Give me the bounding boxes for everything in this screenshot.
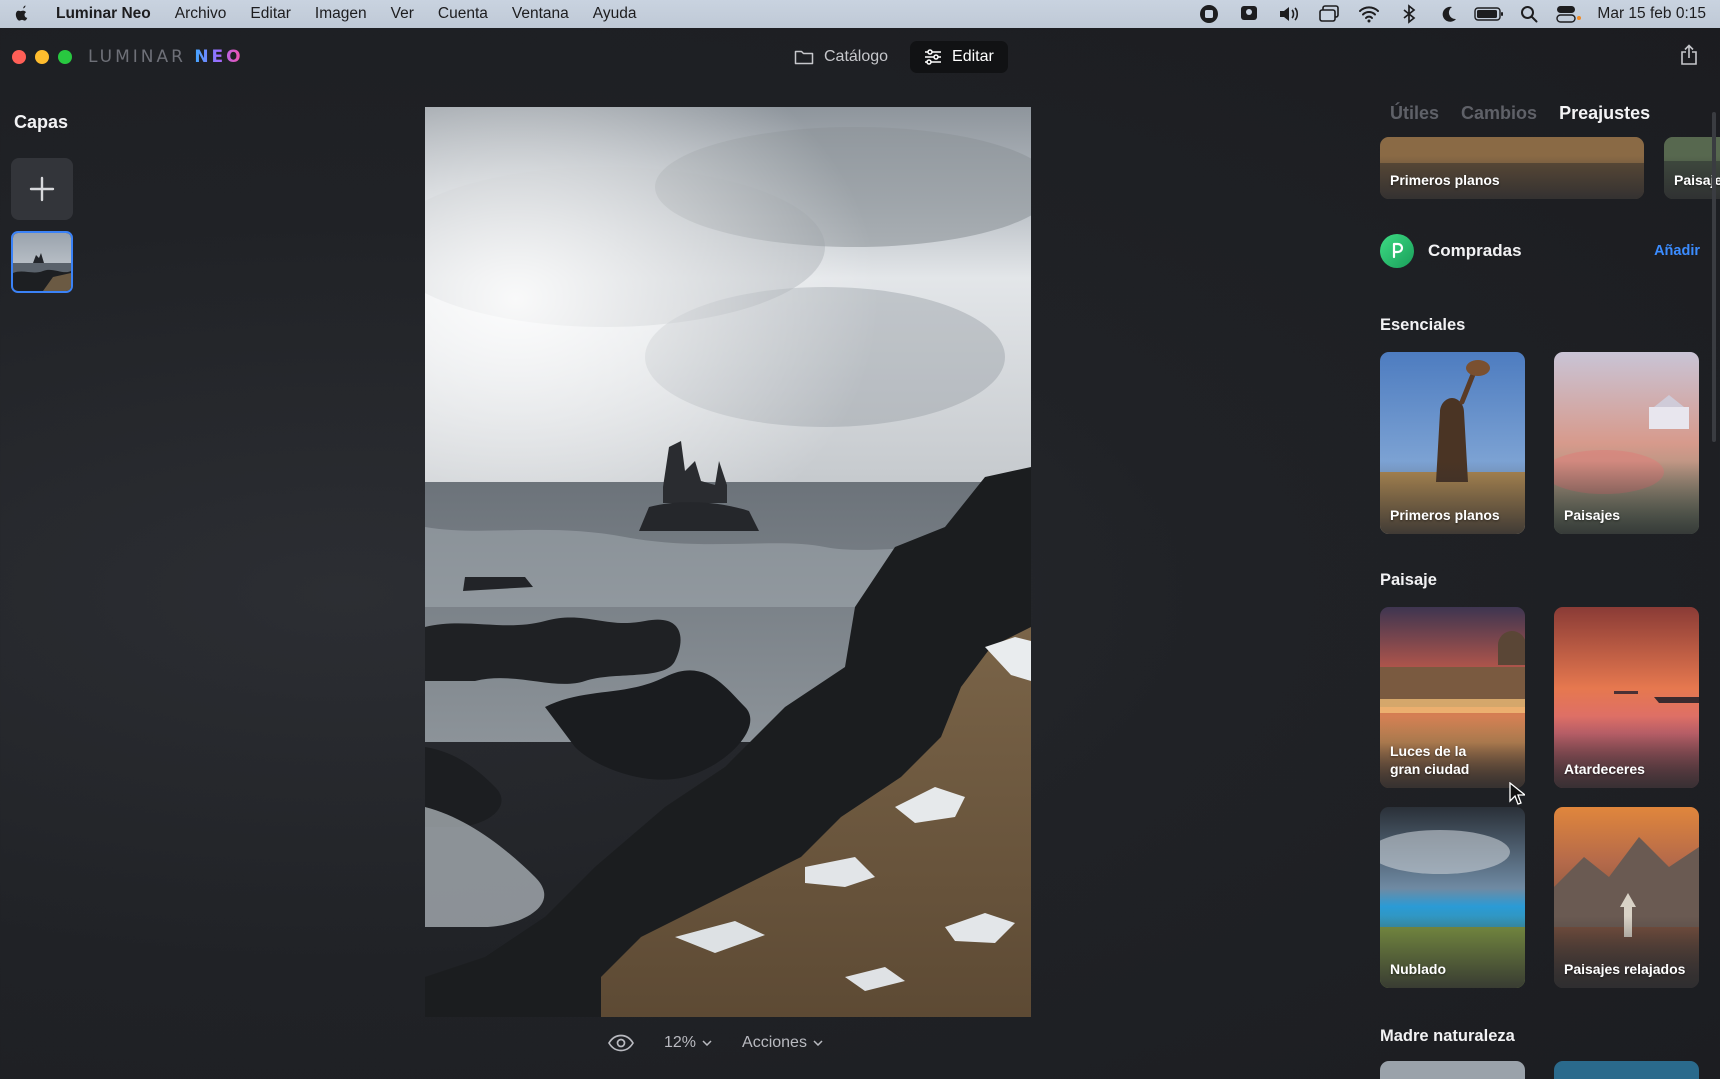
chevron-down-icon [813, 1040, 823, 1046]
tab-preajustes[interactable]: Preajustes [1559, 103, 1650, 124]
tab-cambios[interactable]: Cambios [1461, 103, 1537, 124]
preset-label: Primeros planos [1390, 507, 1500, 523]
section-title: Madre naturaleza [1380, 1027, 1515, 1045]
panel-scrollbar[interactable] [1712, 112, 1716, 442]
purchased-icon [1380, 234, 1414, 268]
share-button[interactable] [1680, 44, 1698, 71]
menu-ayuda[interactable]: Ayuda [581, 5, 649, 23]
preset-thumbnail [1554, 1061, 1699, 1079]
volume-icon[interactable] [1269, 0, 1309, 28]
tab-utiles[interactable]: Útiles [1390, 103, 1439, 124]
menu-imagen[interactable]: Imagen [303, 5, 379, 23]
bluetooth-icon[interactable] [1389, 0, 1429, 28]
minimize-window-button[interactable] [35, 50, 49, 64]
preset-label: Paisajes relajados [1564, 961, 1686, 977]
edit-button[interactable]: Editar [910, 41, 1008, 73]
moon-icon[interactable] [1429, 0, 1469, 28]
purchased-label: Compradas [1428, 241, 1522, 260]
catalog-button[interactable]: Catálogo [780, 41, 902, 73]
add-layer-button[interactable] [11, 158, 73, 220]
sliders-icon [925, 49, 942, 65]
screen-mirror-icon[interactable] [1309, 0, 1349, 28]
chevron-down-icon [702, 1040, 712, 1046]
actions-dropdown[interactable]: Acciones [742, 1034, 823, 1052]
preset-card[interactable] [1554, 1061, 1699, 1079]
section-title: Esenciales [1380, 316, 1466, 334]
status-area: Mar 15 feb 0:15 [1189, 0, 1720, 28]
record-icon[interactable] [1189, 0, 1229, 28]
app-logo: LUMINAR NEO [88, 47, 244, 67]
plus-icon [29, 176, 55, 202]
menu-archivo[interactable]: Archivo [163, 5, 239, 23]
layer-thumbnail[interactable] [11, 231, 73, 293]
main-photo[interactable] [425, 107, 1031, 1017]
preset-card[interactable]: Nublado [1380, 807, 1525, 988]
zoom-value: 12% [664, 1034, 697, 1051]
preset-card[interactable] [1380, 1061, 1525, 1079]
search-icon[interactable] [1509, 0, 1549, 28]
add-presets-link[interactable]: Añadir [1654, 243, 1700, 259]
menu-bar: Luminar Neo Archivo Editar Imagen Ver Cu… [0, 0, 1720, 28]
layer-image [13, 233, 71, 291]
preset-label: Atardeceres [1564, 761, 1645, 777]
preset-label: Nublado [1390, 961, 1446, 977]
edit-label: Editar [952, 48, 994, 65]
menu-ventana[interactable]: Ventana [500, 5, 581, 23]
catalog-label: Catálogo [824, 48, 889, 65]
apple-menu[interactable] [0, 5, 44, 23]
menu-ver[interactable]: Ver [379, 5, 426, 23]
share-icon [1681, 44, 1697, 65]
actions-label: Acciones [742, 1034, 807, 1051]
logo-neo: NEO [194, 47, 244, 67]
close-window-button[interactable] [12, 50, 26, 64]
zoom-window-button[interactable] [58, 50, 72, 64]
layers-title: Capas [14, 112, 69, 132]
preset-card[interactable]: Paisajes [1554, 352, 1699, 534]
panel-tabs: Útiles Cambios Preajustes [1390, 103, 1650, 124]
menu-cuenta[interactable]: Cuenta [426, 5, 500, 23]
preset-card[interactable]: Atardeceres [1554, 607, 1699, 788]
canvas-toolbar: 12% Acciones [608, 1034, 823, 1052]
menu-app-name[interactable]: Luminar Neo [44, 5, 163, 23]
logo-luminar: LUMINAR [88, 47, 186, 67]
preview-toggle[interactable] [608, 1034, 634, 1052]
apple-icon [15, 5, 28, 21]
battery-icon[interactable] [1469, 0, 1509, 28]
purchased-row: Compradas Añadir [1380, 234, 1700, 268]
preset-thumbnail [1380, 1061, 1525, 1079]
menu-clock[interactable]: Mar 15 feb 0:15 [1589, 5, 1706, 23]
preset-card[interactable]: Paisajes relajados [1554, 807, 1699, 988]
mouse-cursor-icon [1509, 781, 1527, 811]
folder-icon [794, 50, 814, 65]
preset-card[interactable]: Primeros planos [1380, 137, 1644, 199]
preset-card[interactable]: Primeros planos [1380, 352, 1525, 534]
photo-canvas [425, 107, 1031, 1017]
mode-switcher: Catálogo Editar [780, 41, 1008, 73]
eye-icon [608, 1034, 634, 1052]
preset-label: Luces de la gran ciudad [1390, 743, 1470, 777]
wifi-icon[interactable] [1349, 0, 1389, 28]
window-controls [12, 50, 72, 64]
zoom-dropdown[interactable]: 12% [664, 1034, 712, 1052]
section-title: Paisaje [1380, 571, 1437, 589]
display-icon[interactable] [1229, 0, 1269, 28]
menu-editar[interactable]: Editar [238, 5, 303, 23]
preset-label: Paisajes [1564, 507, 1621, 523]
control-center-icon[interactable] [1549, 0, 1589, 28]
preset-label: Primeros planos [1390, 172, 1500, 188]
preset-card[interactable]: Luces de la gran ciudad [1380, 607, 1525, 788]
